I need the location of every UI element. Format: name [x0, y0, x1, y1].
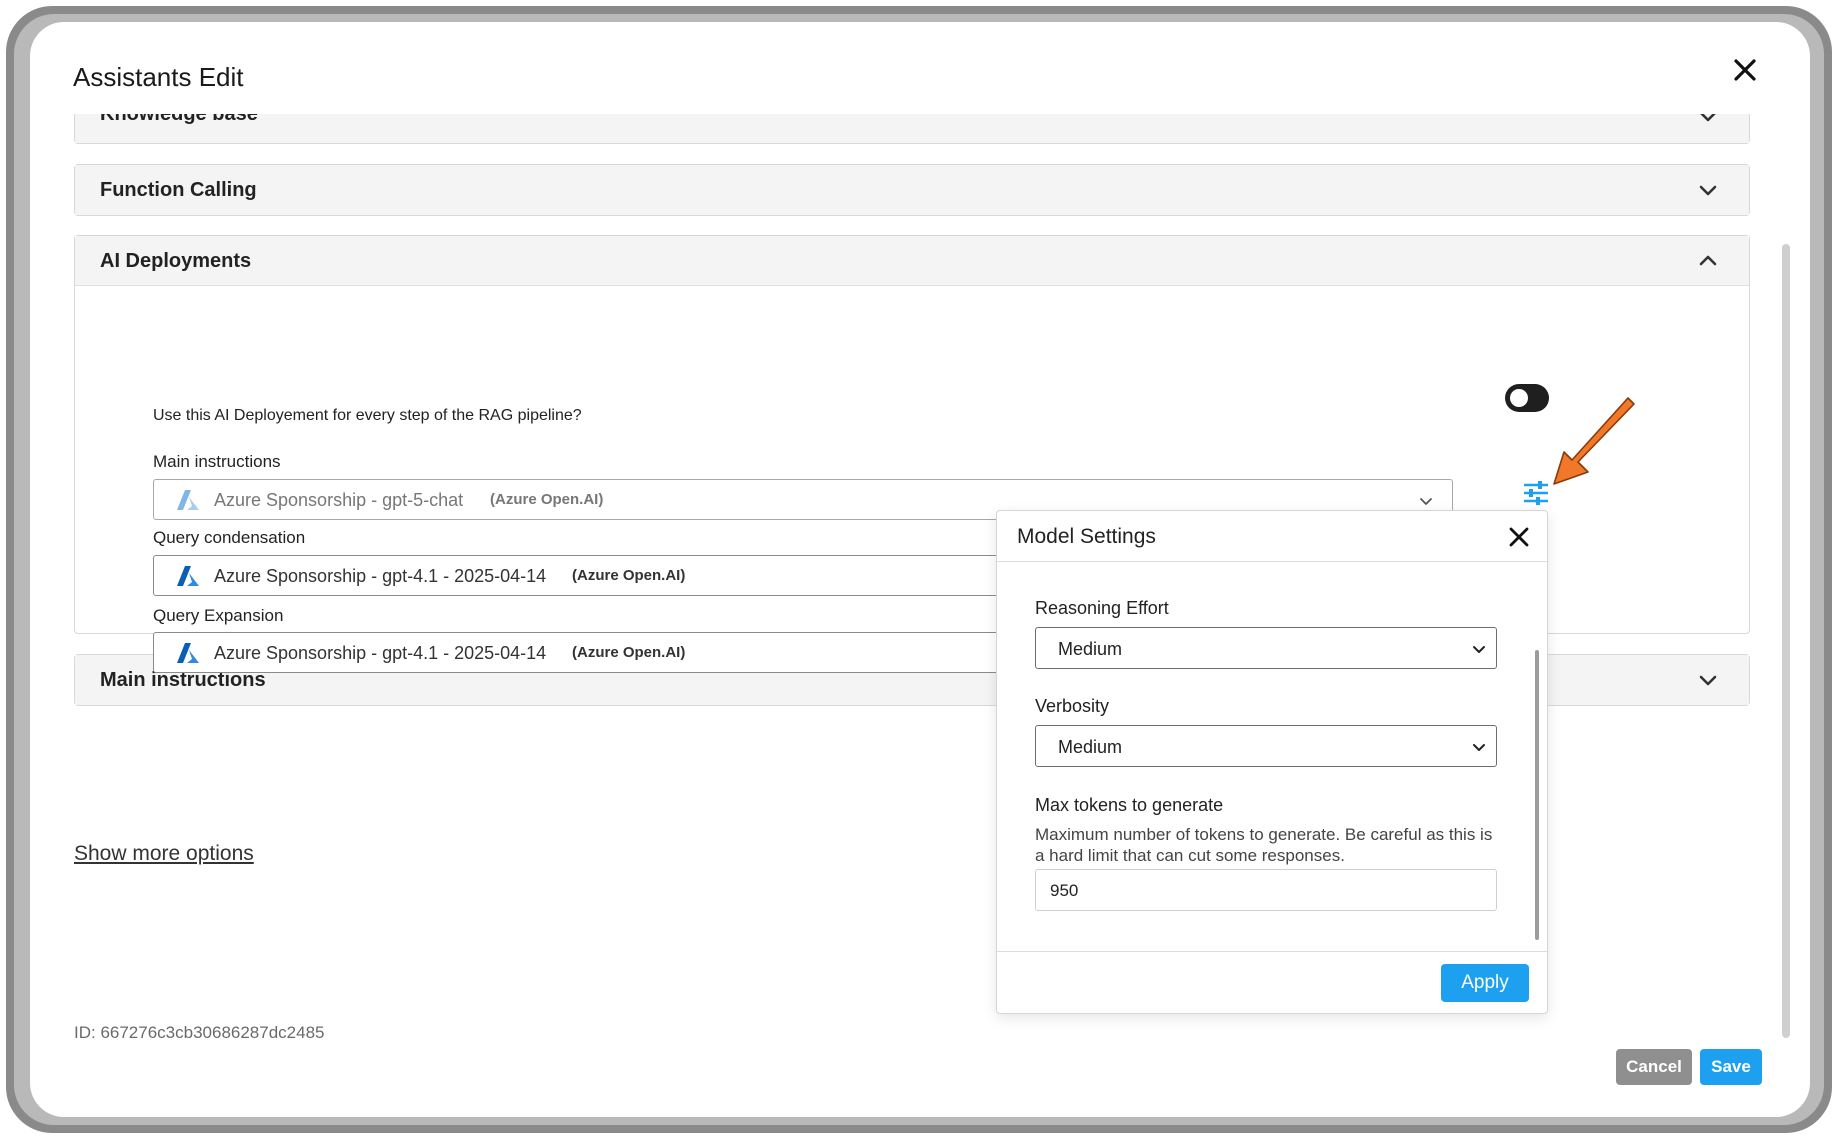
apply-button[interactable]: Apply — [1441, 964, 1529, 1002]
model-name: Azure Sponsorship - gpt-4.1 - 2025-04-14 — [214, 643, 547, 663]
panel-function-calling[interactable]: Function Calling — [74, 164, 1750, 216]
dialog-title: Assistants Edit — [73, 62, 244, 92]
max-tokens-value: 950 — [1050, 881, 1079, 900]
verbosity-value: Medium — [1058, 737, 1123, 757]
azure-logo-icon — [177, 566, 199, 586]
save-button[interactable]: Save — [1700, 1049, 1762, 1085]
model-name: Azure Sponsorship - gpt-5-chat — [214, 490, 464, 510]
field-label-main-instructions: Main instructions — [153, 452, 281, 471]
query-condensation-model-select[interactable]: Azure Sponsorship - gpt-4.1 - 2025-04-14… — [153, 555, 1033, 596]
chevron-down-icon[interactable] — [1697, 669, 1719, 691]
max-tokens-label: Max tokens to generate — [1035, 795, 1224, 815]
cancel-button[interactable]: Cancel — [1616, 1049, 1692, 1085]
max-tokens-input[interactable]: 950 — [1035, 869, 1497, 911]
verbosity-select[interactable]: Medium — [1035, 725, 1497, 767]
close-icon[interactable] — [1507, 525, 1531, 549]
verbosity-label: Verbosity — [1035, 696, 1110, 716]
max-tokens-help: Maximum number of tokens to generate. Be… — [1035, 825, 1493, 865]
rag-pipeline-question: Use this AI Deployement for every step o… — [153, 407, 582, 424]
model-provider: (Azure Open.AI) — [572, 567, 686, 584]
model-settings-popup: Model Settings Reasoning Effort Medium V… — [996, 510, 1548, 1014]
popup-body: Reasoning Effort Medium Verbosity Medium… — [997, 562, 1547, 951]
model-provider: (Azure Open.AI) — [490, 491, 604, 508]
chevron-up-icon[interactable] — [1697, 250, 1719, 272]
field-label-query-expansion: Query Expansion — [153, 606, 284, 625]
chevron-down-icon — [1473, 646, 1485, 653]
panel-title-ai-deployments: AI Deployments — [100, 250, 252, 272]
assistant-id: ID: 667276c3cb30686287dc2485 — [74, 1023, 325, 1042]
annotation-arrow-icon — [1553, 397, 1635, 485]
panel-header-ai-deployments[interactable]: AI Deployments — [75, 236, 1749, 286]
toggle-knob — [1510, 389, 1528, 407]
dialog-scrollbar[interactable] — [1782, 244, 1790, 1038]
chevron-down-icon — [1473, 744, 1485, 751]
reasoning-effort-label: Reasoning Effort — [1035, 598, 1169, 618]
popup-footer: Apply — [997, 951, 1547, 1015]
chevron-down-icon[interactable] — [1697, 179, 1719, 201]
model-provider: (Azure Open.AI) — [572, 644, 686, 661]
chevron-down-icon[interactable] — [1697, 114, 1719, 127]
azure-logo-icon — [177, 490, 199, 510]
popup-header: Model Settings — [997, 511, 1547, 562]
popup-title: Model Settings — [1017, 525, 1156, 548]
reasoning-effort-select[interactable]: Medium — [1035, 627, 1497, 669]
panel-title-knowledge-base: Knowledge base — [100, 114, 258, 125]
chevron-down-icon — [1420, 498, 1432, 505]
field-label-query-condensation: Query condensation — [153, 528, 306, 547]
model-name: Azure Sponsorship - gpt-4.1 - 2025-04-14 — [214, 566, 547, 586]
show-more-options-link[interactable]: Show more options — [74, 842, 254, 866]
panel-knowledge-base[interactable]: Knowledge base — [74, 114, 1750, 144]
azure-logo-icon — [177, 643, 199, 663]
query-expansion-model-select[interactable]: Azure Sponsorship - gpt-4.1 - 2025-04-14… — [153, 632, 1033, 673]
panel-title-function-calling: Function Calling — [100, 179, 257, 201]
popup-scrollbar[interactable] — [1535, 650, 1539, 940]
close-icon[interactable] — [1727, 52, 1763, 88]
reasoning-effort-value: Medium — [1058, 639, 1123, 659]
